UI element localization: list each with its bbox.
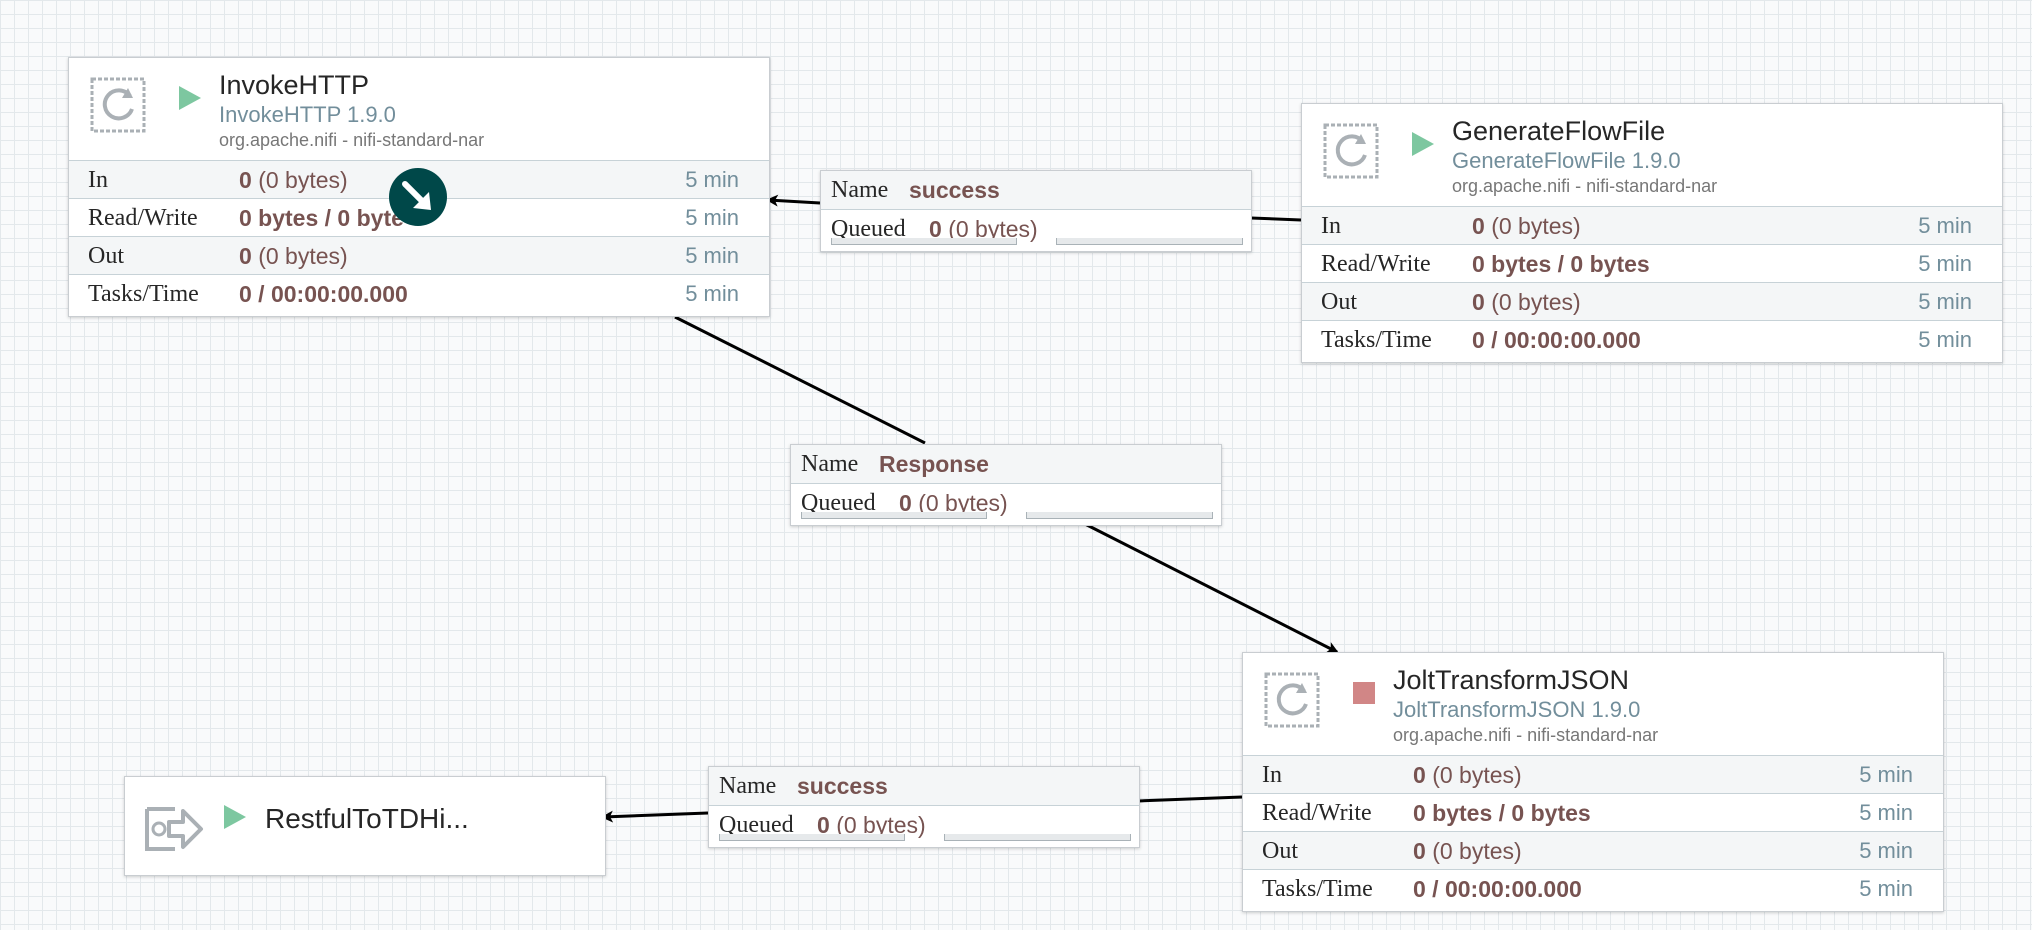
connection-line-label-to-invoke[interactable] (766, 194, 821, 207)
connection-label-success-generate[interactable]: Name success Queued 0 (0 bytes) (820, 170, 1252, 252)
connection-name-label: Name (801, 451, 859, 477)
stat-window: 5 min (1859, 800, 1913, 825)
stat-label: In (88, 167, 108, 193)
stat-window: 5 min (685, 205, 739, 230)
queue-progress-bar (944, 834, 1131, 841)
stat-row-in: In 0 (0 bytes) 5 min (1302, 206, 2002, 244)
connection-queued-row: Queued 0 (0 bytes) (821, 210, 1251, 248)
stat-label: Out (1321, 289, 1357, 315)
processor-icon (1264, 672, 1320, 728)
processor-bundle: org.apache.nifi - nifi-standard-nar (1452, 176, 1718, 196)
processor-icon (1323, 123, 1379, 179)
processor-name: JoltTransformJSON (1393, 665, 1630, 695)
connection-label-success-jolt[interactable]: Name success Queued 0 (0 bytes) (708, 766, 1140, 848)
stat-row-read-write: Read/Write 0 bytes / 0 bytes 5 min (1243, 793, 1943, 831)
connection-line-label-to-port[interactable] (601, 810, 709, 823)
stat-value: 0 (0 bytes) (239, 243, 348, 269)
queue-progress-bar (1026, 512, 1213, 519)
play-icon (1412, 132, 1434, 156)
processor-bundle: org.apache.nifi - nifi-standard-nar (219, 130, 485, 150)
processor-icon (90, 77, 146, 133)
connection-name-row: Name Response (791, 445, 1221, 484)
processor-name: GenerateFlowFile (1452, 116, 1666, 146)
stat-window: 5 min (685, 243, 739, 268)
stop-icon (1353, 682, 1375, 704)
stat-value: 0 (0 bytes) (1413, 762, 1522, 788)
processor-bundle: org.apache.nifi - nifi-standard-nar (1393, 725, 1659, 745)
stat-window: 5 min (685, 167, 739, 192)
stat-value: 0 (0 bytes) (1413, 838, 1522, 864)
processor-header: JoltTransformJSON JoltTransformJSON 1.9.… (1243, 653, 1943, 755)
queue-progress-bar (1056, 238, 1243, 245)
connection-name: success (909, 177, 1000, 203)
processor-type: GenerateFlowFile 1.9.0 (1452, 148, 1681, 173)
stat-value: 0 (0 bytes) (1472, 289, 1581, 315)
processor-generateflowfile[interactable]: GenerateFlowFile GenerateFlowFile 1.9.0 … (1301, 103, 2003, 363)
connection-line-invoke-to-label[interactable] (674, 315, 926, 445)
processor-type: JoltTransformJSON 1.9.0 (1393, 697, 1641, 722)
stat-window: 5 min (1859, 838, 1913, 863)
processor-type: InvokeHTTP 1.9.0 (219, 102, 396, 127)
stat-row-out: Out 0 (0 bytes) 5 min (1243, 831, 1943, 869)
connection-name: Response (879, 451, 989, 477)
connection-name-row: Name success (821, 171, 1251, 210)
connection-queued-row: Queued 0 (0 bytes) (791, 484, 1221, 522)
stat-label: Read/Write (1262, 800, 1372, 826)
stat-row-out: Out 0 (0 bytes) 5 min (69, 236, 769, 274)
stat-label: In (1262, 762, 1282, 788)
queue-progress-bar (801, 512, 987, 519)
stat-row-read-write: Read/Write 0 bytes / 0 bytes 5 min (1302, 244, 2002, 282)
drag-cursor-icon (389, 168, 447, 226)
stat-label: Out (88, 243, 124, 269)
stat-value: 0 / 00:00:00.000 (239, 281, 408, 307)
output-port-restful[interactable]: RestfulToTDHi... (124, 776, 606, 876)
connection-queued-row: Queued 0 (0 bytes) (709, 806, 1139, 844)
connection-name-row: Name success (709, 767, 1139, 806)
stat-window: 5 min (685, 281, 739, 306)
connection-name-label: Name (719, 773, 777, 799)
stat-label: Read/Write (1321, 251, 1431, 277)
stat-row-tasks-time: Tasks/Time 0 / 00:00:00.000 5 min (1302, 320, 2002, 358)
processor-name: InvokeHTTP (219, 70, 370, 100)
stat-row-in: In 0 (0 bytes) 5 min (1243, 755, 1943, 793)
processor-jolttransformjson[interactable]: JoltTransformJSON JoltTransformJSON 1.9.… (1242, 652, 1944, 912)
stat-window: 5 min (1918, 289, 1972, 314)
stat-label: Out (1262, 838, 1298, 864)
stat-value: 0 bytes / 0 bytes (1472, 251, 1650, 277)
output-port-icon (145, 807, 203, 851)
stat-window: 5 min (1918, 251, 1972, 276)
processor-header: InvokeHTTP InvokeHTTP 1.9.0 org.apache.n… (69, 58, 769, 160)
stat-window: 5 min (1918, 213, 1972, 238)
stat-label: Read/Write (88, 205, 198, 231)
connection-name-label: Name (831, 177, 889, 203)
stat-label: Tasks/Time (1262, 876, 1373, 902)
stat-window: 5 min (1859, 876, 1913, 901)
stat-label: In (1321, 213, 1341, 239)
output-port-name: RestfulToTDHi... (265, 803, 469, 834)
stat-value: 0 / 00:00:00.000 (1472, 327, 1641, 353)
stat-value: 0 (0 bytes) (1472, 213, 1581, 239)
queue-progress-bar (719, 834, 905, 841)
stat-value: 0 bytes / 0 byte (239, 205, 404, 231)
processor-header: GenerateFlowFile GenerateFlowFile 1.9.0 … (1302, 104, 2002, 206)
connection-line-jolt-to-label[interactable] (1137, 795, 1243, 803)
connection-label-response[interactable]: Name Response Queued 0 (0 bytes) (790, 444, 1222, 526)
stat-window: 5 min (1918, 327, 1972, 352)
play-icon (224, 805, 246, 829)
stat-value: 0 (0 bytes) (239, 167, 348, 193)
arrow-down-right-icon (402, 181, 431, 210)
queue-progress-bar (831, 238, 1017, 245)
stat-label: Tasks/Time (1321, 327, 1432, 353)
stat-row-out: Out 0 (0 bytes) 5 min (1302, 282, 2002, 320)
stat-label: Tasks/Time (88, 281, 199, 307)
play-icon (179, 86, 201, 110)
stat-value: 0 bytes / 0 bytes (1413, 800, 1591, 826)
connection-line-gen-to-label[interactable] (1250, 216, 1302, 222)
stat-window: 5 min (1859, 762, 1913, 787)
stat-value: 0 / 00:00:00.000 (1413, 876, 1582, 902)
stat-row-tasks-time: Tasks/Time 0 / 00:00:00.000 5 min (69, 274, 769, 312)
stat-row-tasks-time: Tasks/Time 0 / 00:00:00.000 5 min (1243, 869, 1943, 907)
connection-line-label-to-jolt[interactable] (1084, 522, 1339, 654)
connection-name: success (797, 773, 888, 799)
